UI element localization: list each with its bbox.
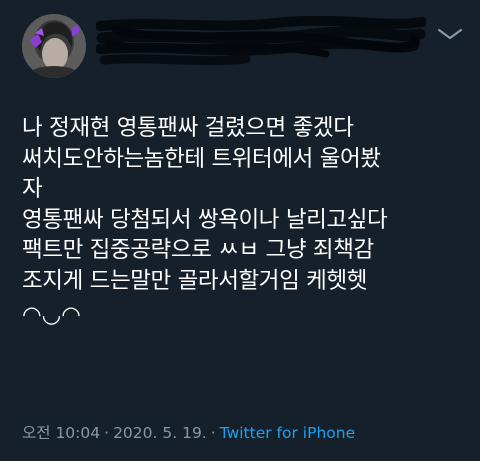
tweet-metadata: 오전 10:04 · 2020. 5. 19. · Twitter for iPhone [22, 421, 355, 443]
tweet-line: 영통팬싸 당첨되서 쌍욕이나 날리고싶다 [22, 206, 388, 233]
tweet-line: 나 정재현 영통팬싸 걸렸으면 좋겠다 [22, 115, 354, 141]
tweet-line: 조지게 드는말만 골라서할거임 케헷헷 [22, 267, 368, 294]
tweet-date[interactable]: 2020. 5. 19. [113, 424, 207, 442]
redacted-username-scribble [96, 16, 426, 66]
separator-dot: · [210, 424, 216, 442]
tweet-source-link[interactable]: Twitter for iPhone [220, 424, 355, 442]
profile-avatar[interactable] [22, 14, 86, 78]
separator-dot: · [104, 424, 110, 442]
tweet-emoticon: ◠◡◠ [22, 302, 81, 328]
tweet-line: 팩트만 집중공략으로 ㅆㅂ 그냥 죄책감 [22, 237, 374, 263]
tweet-time[interactable]: 오전 10:04 [22, 424, 100, 442]
tweet-text: 나 정재현 영통팬싸 걸렸으면 좋겠다 써치도안하는놈한테 트위터에서 울어봤 … [22, 113, 470, 331]
tweet: 나 정재현 영통팬싸 걸렸으면 좋겠다 써치도안하는놈한테 트위터에서 울어봤 … [0, 0, 480, 461]
tweet-line: 자 [22, 176, 43, 202]
more-options-icon[interactable] [434, 24, 466, 44]
tweet-line: 써치도안하는놈한테 트위터에서 울어봤 [22, 145, 381, 172]
